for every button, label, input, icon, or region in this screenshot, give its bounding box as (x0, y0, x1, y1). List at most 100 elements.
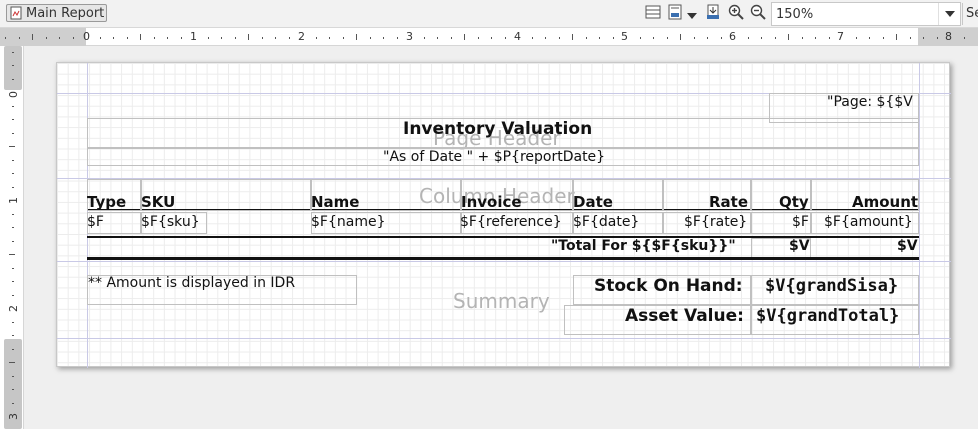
ruler-tick (707, 37, 708, 39)
grid-snap-button[interactable] (666, 4, 684, 24)
ruler-tick (572, 34, 573, 40)
ruler-tick (383, 37, 384, 39)
ruler-tick (113, 37, 114, 39)
ruler-tick (545, 37, 546, 39)
col-header-qty[interactable]: Qty (779, 193, 809, 211)
ruler-tick (12, 402, 14, 404)
detail-name-field[interactable]: $F{name} (311, 214, 385, 230)
ruler-tick (12, 159, 14, 161)
page-number-field[interactable]: "Page: ${$V (827, 94, 913, 110)
ruler-number: 3 (406, 30, 413, 43)
ruler-tick (504, 37, 506, 39)
amount-currency-note[interactable]: ** Amount is displayed in IDR (88, 275, 295, 291)
ruler-tick (639, 37, 641, 39)
as-of-date-field[interactable]: "As of Date " + $P{reportDate} (383, 149, 605, 165)
page-layout-button[interactable] (644, 5, 662, 23)
ruler-tick (12, 389, 14, 390)
export-icon (705, 4, 721, 24)
ruler-tick (450, 37, 452, 39)
chevron-down-icon[interactable] (938, 3, 960, 25)
ruler-tick (666, 37, 668, 39)
ruler-tick (437, 37, 438, 39)
ruler-number: 3 (7, 413, 20, 420)
ruler-tick (855, 37, 857, 39)
design-canvas[interactable]: Page Header Column Header Summary "Page:… (24, 46, 978, 429)
col-header-date[interactable]: Date (573, 193, 613, 211)
ruler-tick (599, 37, 600, 39)
detail-invoice-field[interactable]: $F{reference} (460, 214, 562, 230)
col-header-type[interactable]: Type (87, 193, 126, 211)
ruler-tick (761, 37, 762, 39)
export-button[interactable] (704, 4, 722, 24)
col-header-invoice[interactable]: Invoice (461, 193, 522, 211)
ruler-tick (12, 281, 14, 282)
ruler-tick (153, 37, 155, 39)
grid-options-dropdown[interactable] (685, 5, 699, 23)
main-report-tab-label: Main Report (26, 5, 105, 21)
ruler-tick (12, 186, 14, 188)
ruler-tick (234, 37, 236, 39)
report-page[interactable]: Page Header Column Header Summary "Page:… (56, 62, 951, 368)
ruler-tick (909, 37, 911, 39)
asset-value-label[interactable]: Asset Value: (625, 306, 744, 326)
stock-on-hand-value[interactable]: $V{grandSisa} (765, 276, 898, 296)
ruler-tick (248, 34, 249, 40)
ruler-tick (261, 37, 263, 39)
detail-sku-field[interactable]: $F{sku} (141, 214, 200, 230)
report-designer: Main Report 150% S 0 1 2 3 4 5 6 7 8 0 1… (0, 0, 978, 429)
ruler-tick (680, 34, 681, 40)
detail-rate-field[interactable]: $F{rate} (684, 214, 747, 230)
ruler-tick (12, 267, 14, 269)
group-footer-bottom-rule (87, 257, 919, 260)
next-tab[interactable]: Se (962, 3, 978, 25)
group-total-qty[interactable]: $V (789, 238, 810, 254)
ruler-number: 8 (945, 30, 952, 43)
zoom-select[interactable]: 150% (771, 2, 961, 26)
col-header-sku[interactable]: SKU (141, 193, 175, 211)
ruler-tick (12, 213, 14, 215)
ruler-number: 1 (7, 197, 20, 204)
ruler-tick (207, 37, 209, 39)
grid-snap-icon (667, 4, 683, 24)
zoom-in-button[interactable] (727, 4, 745, 24)
ruler-number: 0 (83, 30, 90, 43)
main-report-tab[interactable]: Main Report (6, 4, 108, 22)
ruler-tick (18, 37, 20, 39)
ruler-tick (12, 105, 14, 107)
col-header-name[interactable]: Name (311, 193, 359, 211)
vertical-ruler[interactable]: 0 1 2 3 (0, 46, 24, 429)
ruler-tick (882, 37, 884, 39)
zoom-out-button[interactable] (749, 4, 767, 24)
stock-on-hand-label[interactable]: Stock On Hand: (594, 276, 743, 296)
detail-type-field[interactable]: $F (87, 214, 104, 230)
detail-amount-field[interactable]: $F{amount} (824, 214, 913, 230)
group-total-label[interactable]: "Total For ${$F{sku}}" (551, 238, 736, 254)
ruler-tick (12, 375, 14, 377)
ruler-tick (369, 37, 371, 39)
ruler-number: 7 (837, 30, 844, 43)
ruler-tick (12, 321, 14, 323)
zoom-out-icon (750, 4, 766, 24)
col-header-amount[interactable]: Amount (852, 193, 918, 211)
report-icon (9, 6, 23, 20)
report-title[interactable]: Inventory Valuation (403, 119, 592, 139)
asset-value-value[interactable]: $V{grandTotal} (756, 306, 899, 326)
ruler-tick (801, 37, 803, 39)
col-header-rate[interactable]: Rate (709, 193, 748, 211)
horizontal-ruler[interactable]: 0 1 2 3 4 5 6 7 8 (0, 28, 978, 46)
ruler-tick (221, 37, 222, 39)
group-total-amount[interactable]: $V (897, 238, 918, 254)
detail-date-field[interactable]: $F{date} (573, 214, 639, 230)
detail-qty-field[interactable]: $F (792, 214, 809, 230)
ruler-tick (9, 146, 15, 147)
ruler-tick (342, 37, 344, 39)
band-guide (57, 338, 951, 339)
ruler-tick (612, 37, 614, 39)
zoom-in-icon (728, 4, 744, 24)
ruler-tick (558, 37, 560, 39)
ruler-tick (315, 37, 317, 39)
designer-toolbar: Main Report 150% S (0, 0, 978, 28)
ruler-tick (12, 119, 14, 120)
ruler-tick (12, 335, 14, 336)
ruler-tick (747, 37, 749, 39)
